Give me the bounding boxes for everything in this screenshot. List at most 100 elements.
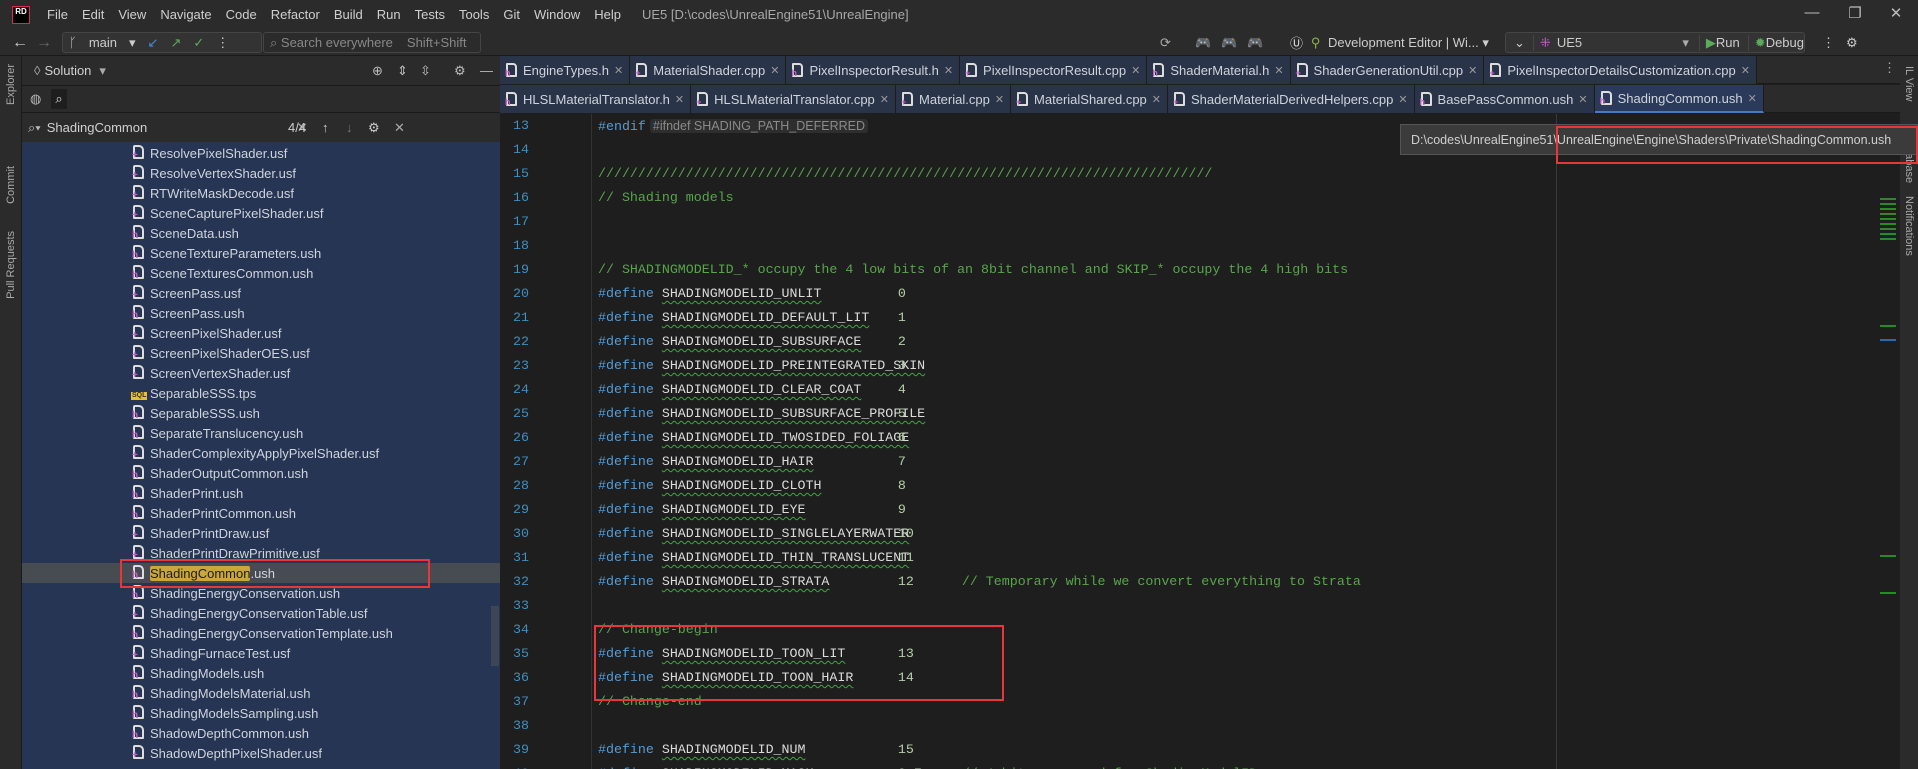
menu-window[interactable]: Window — [527, 7, 587, 22]
tree-item[interactable]: h ShadingEnergyConservationTemplate.ush — [22, 623, 500, 643]
tree-item[interactable]: h ScreenPass.ush — [22, 303, 500, 323]
menu-code[interactable]: Code — [219, 7, 264, 22]
tree-item[interactable]: + ShadingEnergyConservationTable.usf — [22, 603, 500, 623]
tree-item[interactable]: + ScreenPixelShader.usf — [22, 323, 500, 343]
menu-navigate[interactable]: Navigate — [153, 7, 218, 22]
tree-item[interactable]: SQL SeparableSSS.tps — [22, 383, 500, 403]
editor-tab[interactable]: h BasePassCommon.ush ✕ — [1414, 85, 1595, 113]
editor-tab[interactable]: h EngineTypes.h ✕ — [500, 56, 631, 84]
expand-all-icon[interactable]: ⇕ — [397, 63, 408, 79]
next-match-icon[interactable]: ↓ — [346, 120, 353, 135]
editor-tab[interactable]: + PixelInspectorDetailsCustomization.cpp ✕ — [1484, 56, 1757, 84]
editor-tab[interactable]: + ShaderGenerationUtil.cpp ✕ — [1290, 56, 1485, 84]
settings-icon[interactable]: ⚙ — [454, 63, 466, 79]
close-tab-icon[interactable]: ✕ — [675, 93, 684, 106]
close-tab-icon[interactable]: ✕ — [1468, 64, 1477, 77]
locate-icon[interactable]: ⊕ — [372, 63, 383, 79]
menu-run[interactable]: Run — [370, 7, 408, 22]
project-selector[interactable]: UE5 — [1557, 35, 1683, 50]
tree-item[interactable]: h ShadingModelsMaterial.ush — [22, 683, 500, 703]
tree-item[interactable]: h SeparableSSS.ush — [22, 403, 500, 423]
close-window-button[interactable]: ✕ — [1876, 4, 1916, 22]
tree-item[interactable]: h ShadowDepthCommon.ush — [22, 723, 500, 743]
run-button[interactable]: Run — [1716, 35, 1740, 50]
editor-tab[interactable]: h ShadingCommon.ush ✕ — [1594, 85, 1764, 113]
tree-item[interactable]: h ShadingModelsSampling.ush — [22, 703, 500, 723]
debug-button[interactable]: Debug — [1766, 35, 1804, 50]
tree-item[interactable]: + ShaderPrintDraw.usf — [22, 523, 500, 543]
tree-item[interactable]: h ShaderPrintCommon.ush — [22, 503, 500, 523]
tree-scrollbar[interactable] — [491, 606, 499, 666]
tree-item[interactable]: h ShadingCommon.ush — [22, 563, 500, 583]
collapse-all-icon[interactable]: ⇳ — [420, 63, 431, 79]
menu-git[interactable]: Git — [496, 7, 527, 22]
refresh-icon[interactable]: ⟳ — [1160, 32, 1171, 53]
menu-tests[interactable]: Tests — [408, 7, 452, 22]
more-icon[interactable]: ⋮ — [210, 35, 235, 51]
close-tab-icon[interactable]: ✕ — [1152, 93, 1161, 106]
previous-match-icon[interactable]: ↑ — [322, 120, 329, 135]
tree-item[interactable]: h ShaderOutputCommon.ush — [22, 463, 500, 483]
close-tab-icon[interactable]: ✕ — [880, 93, 889, 106]
close-tab-icon[interactable]: ✕ — [614, 64, 623, 77]
tree-item[interactable]: + ResolvePixelShader.usf — [22, 143, 500, 163]
close-tab-icon[interactable]: ✕ — [1398, 93, 1407, 106]
tree-item[interactable]: + ScreenVertexShader.usf — [22, 363, 500, 383]
forward-button[interactable]: → — [36, 32, 52, 53]
file-status-icon[interactable]: ◍ — [30, 91, 41, 107]
tree-item[interactable]: h ShadingEnergyConservation.ush — [22, 583, 500, 603]
commit-tool-button[interactable]: Commit — [5, 166, 17, 204]
commit-icon[interactable]: ✓ — [187, 35, 210, 51]
tree-item[interactable]: h SceneTextureParameters.ush — [22, 243, 500, 263]
chevron-down-icon[interactable]: ▾ — [99, 63, 106, 79]
editor-tab[interactable]: h ShaderMaterial.h ✕ — [1147, 56, 1291, 84]
tree-item[interactable]: + ShadingFurnaceTest.usf — [22, 643, 500, 663]
search-everywhere-input[interactable]: ⌕ Search everywhere Shift+Shift — [263, 32, 481, 53]
tree-item[interactable]: h SceneData.ush — [22, 223, 500, 243]
il-view-tool-button[interactable]: IL View — [1903, 66, 1915, 101]
editor-tab[interactable]: + Material.cpp ✕ — [896, 85, 1012, 113]
branch-selector[interactable]: ᚴ main ▾ ↙ ↗ ✓ ⋮ — [62, 32, 262, 53]
hide-icon[interactable]: — — [480, 63, 493, 78]
more-actions-icon[interactable]: ⋮ — [1822, 32, 1835, 53]
solution-dropdown[interactable]: Solution — [44, 63, 91, 78]
close-tab-icon[interactable]: ✕ — [944, 64, 953, 77]
explorer-tool-button[interactable]: Explorer — [5, 64, 17, 105]
menu-build[interactable]: Build — [327, 7, 370, 22]
search-settings-icon[interactable]: ⚙ — [368, 120, 380, 136]
editor-tab[interactable]: + ShaderMaterialDerivedHelpers.cpp ✕ — [1168, 85, 1415, 113]
code-area[interactable]: 13 #endif #ifndef SHADING_PATH_DEFERRED 14 1… — [500, 114, 1900, 769]
settings-gear-icon[interactable]: ⚙ — [1846, 32, 1858, 53]
tree-item[interactable]: + SceneCapturePixelShader.usf — [22, 203, 500, 223]
maximize-button[interactable]: ❐ — [1835, 4, 1875, 22]
editor-tab[interactable]: + MaterialShader.cpp ✕ — [630, 56, 787, 84]
tree-item[interactable]: + ScreenPixelShaderOES.usf — [22, 343, 500, 363]
update-project-icon[interactable]: ↙ — [142, 35, 165, 51]
close-tab-icon[interactable]: ✕ — [995, 93, 1004, 106]
menu-refactor[interactable]: Refactor — [264, 7, 327, 22]
tree-item[interactable]: h SeparateTranslucency.ush — [22, 423, 500, 443]
close-search-icon[interactable]: ✕ — [394, 120, 405, 136]
close-tab-icon[interactable]: ✕ — [1748, 92, 1757, 105]
tab-overflow-icon[interactable]: ⋮ — [1883, 60, 1896, 76]
back-button[interactable]: ← — [12, 32, 28, 53]
close-tab-icon[interactable]: ✕ — [1131, 64, 1140, 77]
close-tab-icon[interactable]: ✕ — [770, 64, 779, 77]
tree-item[interactable]: + ShaderPrintDrawPrimitive.usf — [22, 543, 500, 563]
tree-item[interactable]: + ResolveVertexShader.usf — [22, 163, 500, 183]
menu-file[interactable]: File — [40, 7, 75, 22]
gamepad-icons[interactable]: 🎮🎮🎮 — [1195, 32, 1274, 53]
close-tab-icon[interactable]: ✕ — [1578, 93, 1587, 106]
tree-item[interactable]: + RTWriteMaskDecode.usf — [22, 183, 500, 203]
menu-edit[interactable]: Edit — [75, 7, 111, 22]
tree-search-input[interactable]: ShadingCommon — [47, 120, 297, 135]
search-toggle-icon[interactable]: ⌕ — [51, 89, 67, 109]
pull-requests-tool-button[interactable]: Pull Requests — [5, 231, 17, 299]
editor-tab[interactable]: + PixelInspectorResult.cpp ✕ — [960, 56, 1148, 84]
notifications-tool-button[interactable]: Notifications — [1903, 196, 1915, 256]
close-tab-icon[interactable]: ✕ — [1274, 64, 1283, 77]
tree-item[interactable]: h ShaderPrint.ush — [22, 483, 500, 503]
run-configuration[interactable]: ⌄ ⁜ UE5 ▾ ▶ Run ✹ Debug — [1505, 32, 1805, 53]
push-icon[interactable]: ↗ — [164, 35, 187, 51]
tree-item[interactable]: + ShadowDepthPixelShader.usf — [22, 743, 500, 763]
